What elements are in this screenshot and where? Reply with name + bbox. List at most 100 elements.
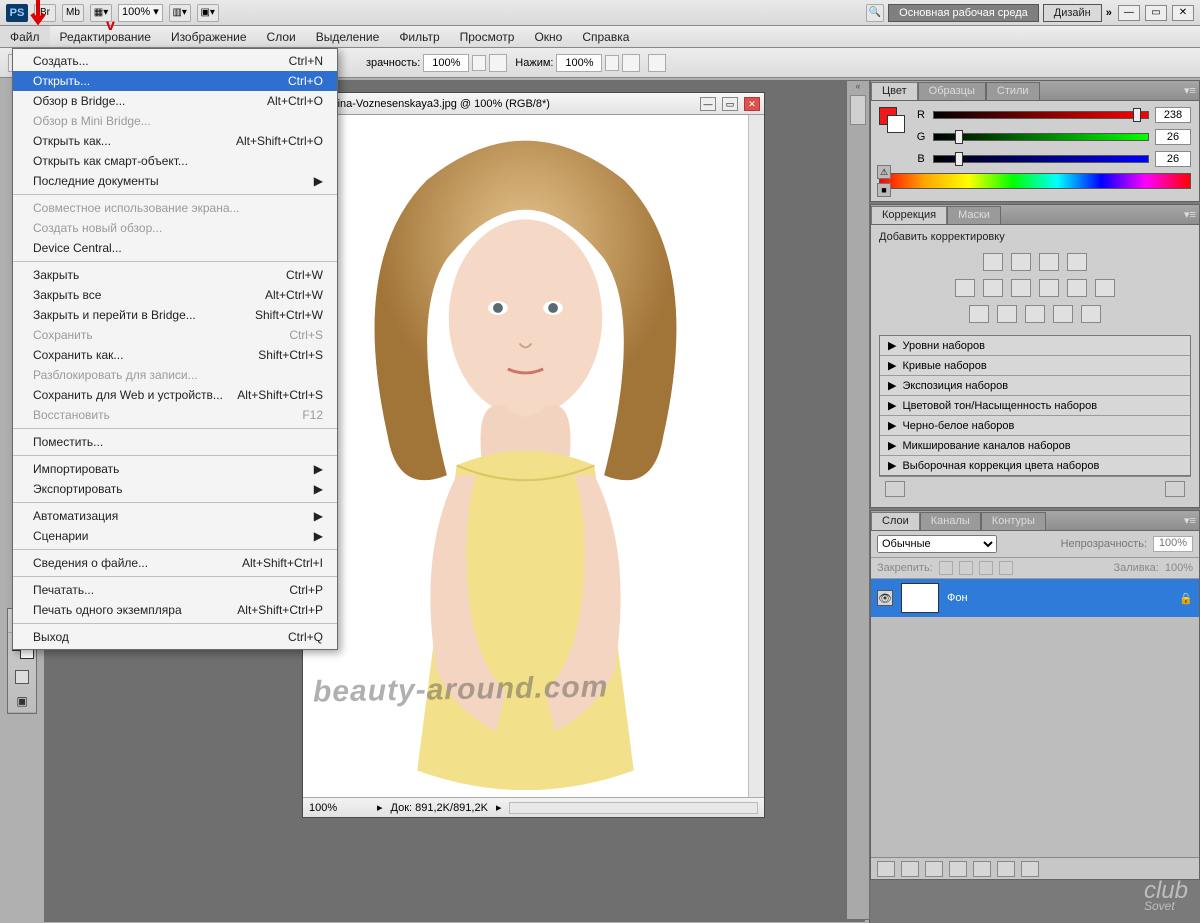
file-menu-item[interactable]: Открыть как...Alt+Shift+Ctrl+O xyxy=(13,131,337,151)
adjustment-preset-row[interactable]: ▶Экспозиция наборов xyxy=(880,376,1190,396)
layer-name[interactable]: Фон xyxy=(947,592,968,604)
layer-thumbnail[interactable] xyxy=(901,583,939,613)
workspace-primary-button[interactable]: Основная рабочая среда xyxy=(888,4,1039,22)
layer-fill-input[interactable]: 100% xyxy=(1165,562,1193,574)
file-menu-item[interactable]: Закрыть и перейти в Bridge...Shift+Ctrl+… xyxy=(13,305,337,325)
tab-swatches[interactable]: Образцы xyxy=(918,82,986,100)
file-menu-item[interactable]: Сохранить как...Shift+Ctrl+S xyxy=(13,345,337,365)
menu-файл[interactable]: Файл xyxy=(0,26,50,47)
doc-minimize-button[interactable]: — xyxy=(700,97,716,111)
adj-balance-icon[interactable] xyxy=(1011,279,1031,297)
opacity-input[interactable] xyxy=(423,54,469,72)
lock-fill-icon[interactable] xyxy=(979,561,993,575)
tab-paths[interactable]: Контуры xyxy=(981,512,1046,530)
menu-изображение[interactable]: Изображение xyxy=(161,26,257,47)
tab-styles[interactable]: Стили xyxy=(986,82,1040,100)
delete-layer-icon[interactable] xyxy=(1021,861,1039,877)
file-menu-item[interactable]: Печать одного экземпляраAlt+Shift+Ctrl+P xyxy=(13,600,337,620)
slider-track[interactable] xyxy=(933,133,1149,141)
file-menu-item[interactable]: Закрыть всеAlt+Ctrl+W xyxy=(13,285,337,305)
lock-position-icon[interactable] xyxy=(959,561,973,575)
doc-horizontal-scrollbar[interactable] xyxy=(509,802,758,814)
adj-vibrance-icon[interactable] xyxy=(955,279,975,297)
slider-track[interactable] xyxy=(933,111,1149,119)
adj-threshold-icon[interactable] xyxy=(1025,305,1045,323)
color-panel-menu-icon[interactable]: ▾≡ xyxy=(1181,81,1199,100)
gamut-warning-icon[interactable]: ⚠ xyxy=(877,165,891,179)
adj-photofilter-icon[interactable] xyxy=(1067,279,1087,297)
adj-curves-icon[interactable] xyxy=(1039,253,1059,271)
workspace-design-button[interactable]: Дизайн xyxy=(1043,4,1102,22)
flow-flyout-icon[interactable] xyxy=(605,55,619,71)
window-maximize-button[interactable]: ▭ xyxy=(1145,5,1167,21)
slider-track[interactable] xyxy=(933,155,1149,163)
file-menu-item[interactable]: Последние документы▶ xyxy=(13,171,337,191)
layer-style-icon[interactable] xyxy=(901,861,919,877)
minibridge-button[interactable]: Mb xyxy=(62,4,84,22)
adj-levels-icon[interactable] xyxy=(1011,253,1031,271)
color-ramp[interactable] xyxy=(879,173,1191,189)
file-menu-item[interactable]: Создать...Ctrl+N xyxy=(13,51,337,71)
adjustment-preset-row[interactable]: ▶Кривые наборов xyxy=(880,356,1190,376)
file-menu-item[interactable]: Поместить... xyxy=(13,432,337,452)
file-menu-item[interactable]: Сохранить для Web и устройств...Alt+Shif… xyxy=(13,385,337,405)
file-menu-item[interactable]: Экспортировать▶ xyxy=(13,479,337,499)
adj-brightness-icon[interactable] xyxy=(983,253,1003,271)
adjustments-panel-menu-icon[interactable]: ▾≡ xyxy=(1181,205,1199,224)
flow-input[interactable] xyxy=(556,54,602,72)
adj-clip-icon[interactable] xyxy=(1165,481,1185,497)
window-close-button[interactable]: ✕ xyxy=(1172,5,1194,21)
doc-close-button[interactable]: ✕ xyxy=(744,97,760,111)
adj-gradientmap-icon[interactable] xyxy=(1053,305,1073,323)
tab-channels[interactable]: Каналы xyxy=(920,512,981,530)
file-menu-item[interactable]: ЗакрытьCtrl+W xyxy=(13,265,337,285)
file-menu-item[interactable]: ВыходCtrl+Q xyxy=(13,627,337,647)
adjustment-preset-row[interactable]: ▶Черно-белое наборов xyxy=(880,416,1190,436)
document-canvas[interactable]: beauty-around.com xyxy=(303,115,748,797)
adj-selective-icon[interactable] xyxy=(1081,305,1101,323)
slider-value-input[interactable] xyxy=(1155,151,1191,167)
layer-row-background[interactable]: 👁 Фон 🔒 xyxy=(871,579,1199,617)
adj-exposure-icon[interactable] xyxy=(1067,253,1087,271)
opacity-flyout-icon[interactable] xyxy=(472,55,486,71)
link-layers-icon[interactable] xyxy=(877,861,895,877)
lock-pixels-icon[interactable] xyxy=(939,561,953,575)
opacity-pressure-icon[interactable] xyxy=(489,54,507,72)
file-menu-item[interactable]: Сведения о файле...Alt+Shift+Ctrl+I xyxy=(13,553,337,573)
menu-окно[interactable]: Окно xyxy=(524,26,572,47)
tab-layers[interactable]: Слои xyxy=(871,512,920,530)
slider-value-input[interactable] xyxy=(1155,107,1191,123)
new-layer-icon[interactable] xyxy=(997,861,1015,877)
group-icon[interactable] xyxy=(973,861,991,877)
layer-visibility-icon[interactable]: 👁 xyxy=(877,590,893,606)
window-minimize-button[interactable]: — xyxy=(1118,5,1140,21)
websafe-warning-icon[interactable]: ■ xyxy=(877,183,891,197)
adjustment-preset-row[interactable]: ▶Цветовой тон/Насыщенность наборов xyxy=(880,396,1190,416)
file-menu-item[interactable]: Device Central... xyxy=(13,238,337,258)
airbrush-icon[interactable] xyxy=(622,54,640,72)
doc-zoom-field[interactable]: 100% xyxy=(309,802,369,814)
file-menu-item[interactable]: Автоматизация▶ xyxy=(13,506,337,526)
screen-mode-button[interactable]: ▣▾ xyxy=(197,4,219,22)
doc-maximize-button[interactable]: ▭ xyxy=(722,97,738,111)
layers-panel-menu-icon[interactable]: ▾≡ xyxy=(1181,511,1199,530)
menu-слои[interactable]: Слои xyxy=(257,26,306,47)
adjustment-preset-row[interactable]: ▶Уровни наборов xyxy=(880,336,1190,356)
adj-invert-icon[interactable] xyxy=(969,305,989,323)
menu-просмотр[interactable]: Просмотр xyxy=(450,26,525,47)
dock-icon-history[interactable] xyxy=(850,95,866,125)
adjustment-preset-row[interactable]: ▶Выборочная коррекция цвета наборов xyxy=(880,456,1190,475)
lock-all-icon[interactable] xyxy=(999,561,1013,575)
file-menu-item[interactable]: Открыть как смарт-объект... xyxy=(13,151,337,171)
adj-hue-icon[interactable] xyxy=(983,279,1003,297)
tablet-pressure-icon[interactable] xyxy=(648,54,666,72)
document-titlebar[interactable]: 0.Evelina-Voznesenskaya3.jpg @ 100% (RGB… xyxy=(303,93,764,115)
workspace-more-button[interactable]: » xyxy=(1106,7,1112,19)
layer-opacity-input[interactable]: 100% xyxy=(1153,536,1193,552)
blend-mode-select[interactable]: Обычные xyxy=(877,535,997,553)
adj-posterize-icon[interactable] xyxy=(997,305,1017,323)
adj-expand-icon[interactable] xyxy=(885,481,905,497)
adjustment-layer-icon[interactable] xyxy=(949,861,967,877)
file-menu-item[interactable]: Сценарии▶ xyxy=(13,526,337,546)
tab-color[interactable]: Цвет xyxy=(871,82,918,100)
